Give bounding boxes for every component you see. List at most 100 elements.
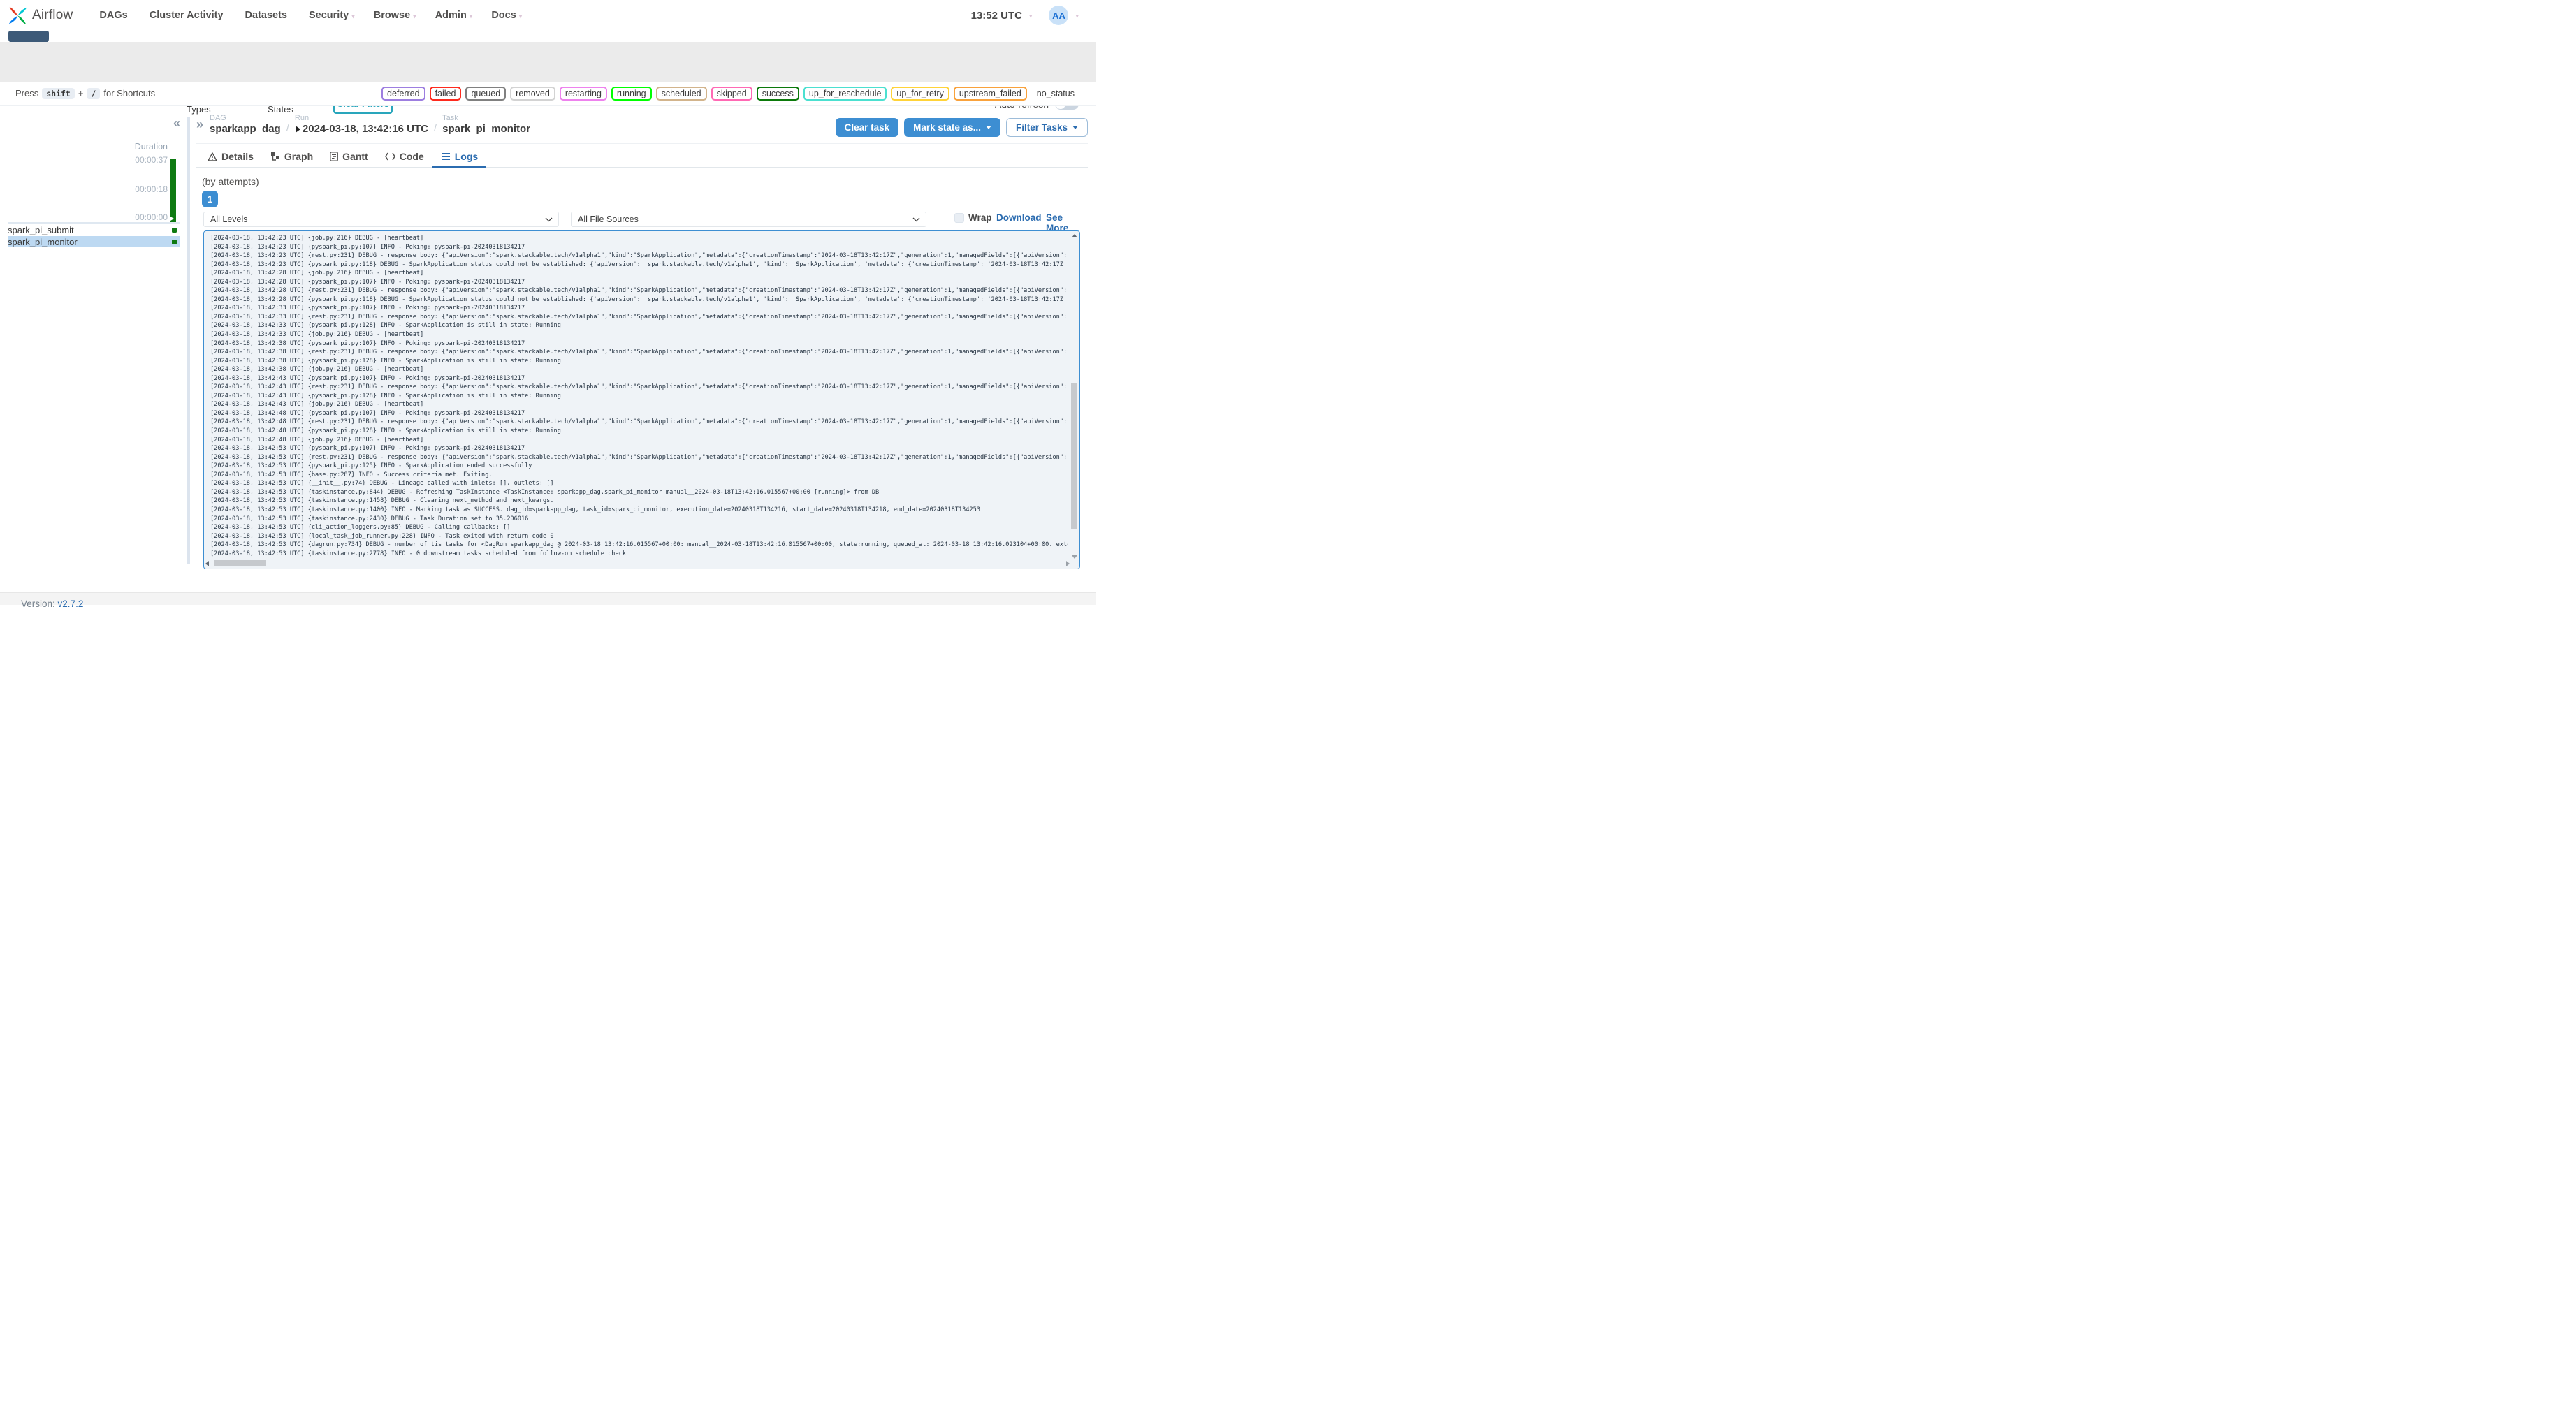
task-state-square[interactable]: [172, 239, 177, 244]
breadcrumb-dag[interactable]: DAG sparkapp_dag: [210, 114, 281, 135]
chevron-down-icon: ▾: [518, 12, 523, 20]
log-line: [2024-03-18, 13:42:53 UTC] {local_task_j…: [210, 532, 554, 540]
log-line: [2024-03-18, 13:42:28 UTC] {pyspark_pi.p…: [210, 278, 525, 286]
nav-menu: DAGs Cluster Activity Datasets Security ▾…: [99, 10, 522, 21]
status-badge[interactable]: upstream_failed: [953, 86, 1027, 101]
status-badge[interactable]: up_for_retry: [891, 86, 949, 101]
task-row-spark-pi-monitor[interactable]: spark_pi_monitor: [8, 236, 180, 247]
breadcrumb-run-value[interactable]: 2024-03-18, 13:42:16 UTC: [303, 123, 428, 135]
scroll-left-icon[interactable]: [205, 561, 209, 566]
breadcrumb-task-label: Task: [442, 114, 458, 122]
vertical-scrollbar-thumb[interactable]: [1071, 382, 1077, 529]
scroll-right-icon[interactable]: [1066, 561, 1070, 566]
status-badge[interactable]: running: [611, 86, 652, 101]
log-line: [2024-03-18, 13:42:23 UTC] {job.py:216} …: [210, 235, 424, 242]
breadcrumb-dag-value[interactable]: sparkapp_dag: [210, 123, 281, 135]
clear-task-button[interactable]: Clear task: [835, 118, 899, 137]
version-label: Version:: [21, 599, 55, 609]
log-line: [2024-03-18, 13:42:53 UTC] {__init__.py:…: [210, 480, 554, 488]
tab-logs[interactable]: Logs: [432, 147, 487, 168]
nav-item[interactable]: Datasets: [245, 10, 290, 21]
tab-details[interactable]: Details: [199, 147, 262, 168]
attempt-1-button[interactable]: 1: [202, 191, 218, 207]
status-badges: deferred failed queued removed restartin…: [381, 86, 1080, 101]
status-badge[interactable]: up_for_reschedule: [803, 86, 887, 101]
graph-icon: [270, 152, 279, 161]
log-line: [2024-03-18, 13:42:53 UTC] {taskinstance…: [210, 497, 554, 505]
warning-icon: [208, 152, 217, 161]
chevron-down-icon[interactable]: ▾: [1029, 13, 1033, 20]
task-actions: Clear task Mark state as... Filter Tasks: [835, 118, 1088, 137]
list-icon: [441, 153, 450, 160]
tab-label: Gantt: [342, 151, 368, 162]
utc-clock[interactable]: 13:52 UTC: [971, 10, 1022, 22]
clipped-toolbar-button[interactable]: [8, 31, 49, 43]
expand-panel-icon[interactable]: »: [196, 117, 203, 132]
log-line: [2024-03-18, 13:42:23 UTC] {pyspark_pi.p…: [210, 243, 525, 251]
status-badge[interactable]: removed: [510, 86, 555, 101]
tab-code[interactable]: Code: [377, 147, 432, 168]
nav-item[interactable]: Browse ▾: [374, 10, 416, 21]
breadcrumb-dag-label: DAG: [210, 114, 226, 122]
log-levels-select[interactable]: All Levels: [203, 212, 559, 227]
run-type-play-icon: [295, 125, 300, 133]
log-line: [2024-03-18, 13:42:53 UTC] {taskinstance…: [210, 506, 981, 513]
breadcrumb-task[interactable]: Task spark_pi_monitor: [442, 114, 530, 135]
duration-tick: 00:00:37: [135, 155, 168, 165]
breadcrumb-task-value[interactable]: spark_pi_monitor: [442, 123, 530, 135]
status-badge[interactable]: success: [756, 86, 799, 101]
log-line: [2024-03-18, 13:42:38 UTC] {rest.py:231}…: [210, 349, 1068, 356]
status-badge[interactable]: skipped: [711, 86, 752, 101]
navbar: Airflow DAGs Cluster Activity Datasets S…: [0, 0, 1096, 31]
mark-state-button[interactable]: Mark state as...: [904, 118, 1000, 137]
run-duration-bar[interactable]: [170, 159, 176, 222]
shortcut-press: Press: [15, 88, 39, 98]
status-badge[interactable]: deferred: [381, 86, 425, 101]
duration-axis-label: Duration: [134, 142, 168, 152]
airflow-app: Airflow DAGs Cluster Activity Datasets S…: [0, 0, 1096, 609]
nav-item[interactable]: Cluster Activity: [150, 10, 226, 21]
nav-item[interactable]: DAGs: [99, 10, 130, 21]
chevron-down-icon[interactable]: ▾: [1075, 13, 1079, 20]
breadcrumb-run[interactable]: Run 2024-03-18, 13:42:16 UTC: [295, 114, 428, 135]
status-badge[interactable]: queued: [465, 86, 507, 101]
panel-resize-handle[interactable]: [187, 117, 190, 564]
nav-item[interactable]: Security ▾: [309, 10, 355, 21]
log-line: [2024-03-18, 13:42:48 UTC] {rest.py:231}…: [210, 418, 1068, 426]
version-link[interactable]: v2.7.2: [58, 599, 84, 609]
log-line: [2024-03-18, 13:42:53 UTC] {pyspark_pi.p…: [210, 462, 532, 470]
tab-label: Logs: [454, 151, 479, 162]
scroll-up-icon[interactable]: [1072, 234, 1077, 237]
status-badge[interactable]: scheduled: [655, 86, 707, 101]
breadcrumb: DAG sparkapp_dag / Run 2024-03-18, 13:42…: [210, 114, 530, 135]
collapse-panel-icon[interactable]: «: [173, 116, 180, 131]
log-line: [2024-03-18, 13:42:33 UTC] {pyspark_pi.p…: [210, 305, 525, 312]
log-sources-select[interactable]: All File Sources: [571, 212, 926, 227]
vertical-scrollbar[interactable]: [1070, 233, 1078, 559]
breadcrumb-divider: [196, 143, 1088, 144]
tab-graph[interactable]: Graph: [262, 147, 321, 168]
filter-tasks-button[interactable]: Filter Tasks: [1005, 118, 1088, 137]
status-badge[interactable]: restarting: [559, 86, 607, 101]
status-badge[interactable]: failed: [429, 86, 462, 101]
avatar[interactable]: AA: [1049, 6, 1069, 25]
tab-gantt[interactable]: Gantt: [321, 147, 377, 168]
log-line: [2024-03-18, 13:42:33 UTC] {job.py:216} …: [210, 331, 424, 339]
brand[interactable]: Airflow: [8, 6, 73, 25]
wrap-label: Wrap: [968, 212, 992, 223]
brand-name: Airflow: [32, 8, 73, 22]
log-line: [2024-03-18, 13:42:28 UTC] {job.py:216} …: [210, 270, 424, 277]
nav-item[interactable]: Docs ▾: [491, 10, 522, 21]
task-state-square[interactable]: [172, 227, 177, 233]
filter-tasks-label: Filter Tasks: [1015, 122, 1068, 133]
scroll-down-icon[interactable]: [1072, 555, 1077, 559]
nav-item[interactable]: Admin ▾: [435, 10, 473, 21]
horizontal-scrollbar-thumb[interactable]: [214, 560, 266, 566]
wrap-checkbox[interactable]: [954, 213, 964, 223]
task-detail-panel: » DAG sparkapp_dag / Run 2024-03-18, 13:…: [196, 106, 1088, 592]
download-link[interactable]: Download: [996, 212, 1042, 223]
log-levels-value: All Levels: [210, 214, 248, 224]
task-row-spark-pi-submit[interactable]: spark_pi_submit: [8, 224, 180, 235]
horizontal-scrollbar[interactable]: [205, 559, 1070, 567]
status-badge[interactable]: no_status: [1031, 86, 1080, 101]
